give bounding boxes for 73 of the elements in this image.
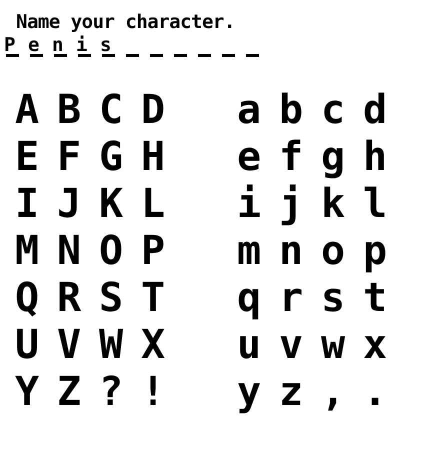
letter-key[interactable]: M — [12, 227, 42, 274]
letter-key[interactable]: j — [276, 180, 306, 227]
letter-key[interactable]: g — [318, 133, 348, 180]
letter-slot — [6, 54, 19, 57]
letter-key[interactable]: I — [12, 180, 42, 227]
letter-slot — [246, 54, 259, 57]
letter-key[interactable]: B — [54, 86, 84, 133]
letter-key[interactable]: G — [96, 133, 126, 180]
letter-key[interactable]: h — [360, 133, 390, 180]
letter-key[interactable]: L — [138, 180, 168, 227]
letter-key[interactable]: H — [138, 133, 168, 180]
letter-slot — [222, 54, 235, 57]
letter-slot — [150, 54, 163, 57]
letter-key[interactable]: s — [318, 274, 348, 321]
letter-key[interactable]: a — [234, 86, 264, 133]
letter-key[interactable]: m — [234, 227, 264, 274]
letter-key[interactable]: , — [318, 368, 348, 415]
letter-key[interactable]: y — [234, 368, 264, 415]
letter-key[interactable]: E — [12, 133, 42, 180]
letter-key[interactable]: c — [318, 86, 348, 133]
letter-key[interactable]: W — [96, 321, 126, 368]
letter-key[interactable]: x — [360, 321, 390, 368]
letter-key[interactable]: o — [318, 227, 348, 274]
letter-key[interactable]: F — [54, 133, 84, 180]
letter-key[interactable]: e — [234, 133, 264, 180]
letter-key[interactable]: Z — [54, 368, 84, 415]
letter-key[interactable]: R — [54, 274, 84, 321]
letter-slot — [30, 54, 43, 57]
letter-key[interactable]: A — [12, 86, 42, 133]
letter-key[interactable]: X — [138, 321, 168, 368]
letter-key[interactable]: ? — [96, 368, 126, 415]
letter-key[interactable]: r — [276, 274, 306, 321]
letter-key[interactable]: b — [276, 86, 306, 133]
prompt-text: Name your character. — [16, 10, 236, 34]
name-letter: n — [52, 36, 64, 54]
letter-key[interactable]: i — [234, 180, 264, 227]
letter-key[interactable]: p — [360, 227, 390, 274]
letter-key[interactable]: U — [12, 321, 42, 368]
name-letter: e — [28, 36, 40, 54]
letter-key[interactable]: q — [234, 274, 264, 321]
letter-key[interactable]: C — [96, 86, 126, 133]
letter-key[interactable]: w — [318, 321, 348, 368]
letter-key[interactable]: J — [54, 180, 84, 227]
letter-key[interactable]: O — [96, 227, 126, 274]
letter-key[interactable]: v — [276, 321, 306, 368]
letter-key[interactable]: . — [360, 368, 390, 415]
letter-key[interactable]: l — [360, 180, 390, 227]
name-letter: i — [76, 36, 88, 54]
letter-slot — [174, 54, 187, 57]
letter-key[interactable]: N — [54, 227, 84, 274]
letter-key[interactable]: Y — [12, 368, 42, 415]
letter-key[interactable]: u — [234, 321, 264, 368]
letter-key[interactable]: S — [96, 274, 126, 321]
letter-slot — [198, 54, 211, 57]
letter-key[interactable]: k — [318, 180, 348, 227]
letter-key[interactable]: K — [96, 180, 126, 227]
name-letter: s — [100, 36, 112, 54]
letter-key[interactable]: T — [138, 274, 168, 321]
letter-key[interactable]: ! — [138, 368, 168, 415]
letter-slot — [78, 54, 91, 57]
letter-key[interactable]: d — [360, 86, 390, 133]
letter-slot — [54, 54, 67, 57]
letter-key[interactable]: V — [54, 321, 84, 368]
name-letter: P — [4, 36, 16, 54]
letter-slot — [102, 54, 115, 57]
letter-key[interactable]: z — [276, 368, 306, 415]
letter-key[interactable]: Q — [12, 274, 42, 321]
letter-key[interactable]: f — [276, 133, 306, 180]
letter-key[interactable]: D — [138, 86, 168, 133]
letter-key[interactable]: n — [276, 227, 306, 274]
letter-key[interactable]: P — [138, 227, 168, 274]
letter-slot — [126, 54, 139, 57]
letter-key[interactable]: t — [360, 274, 390, 321]
